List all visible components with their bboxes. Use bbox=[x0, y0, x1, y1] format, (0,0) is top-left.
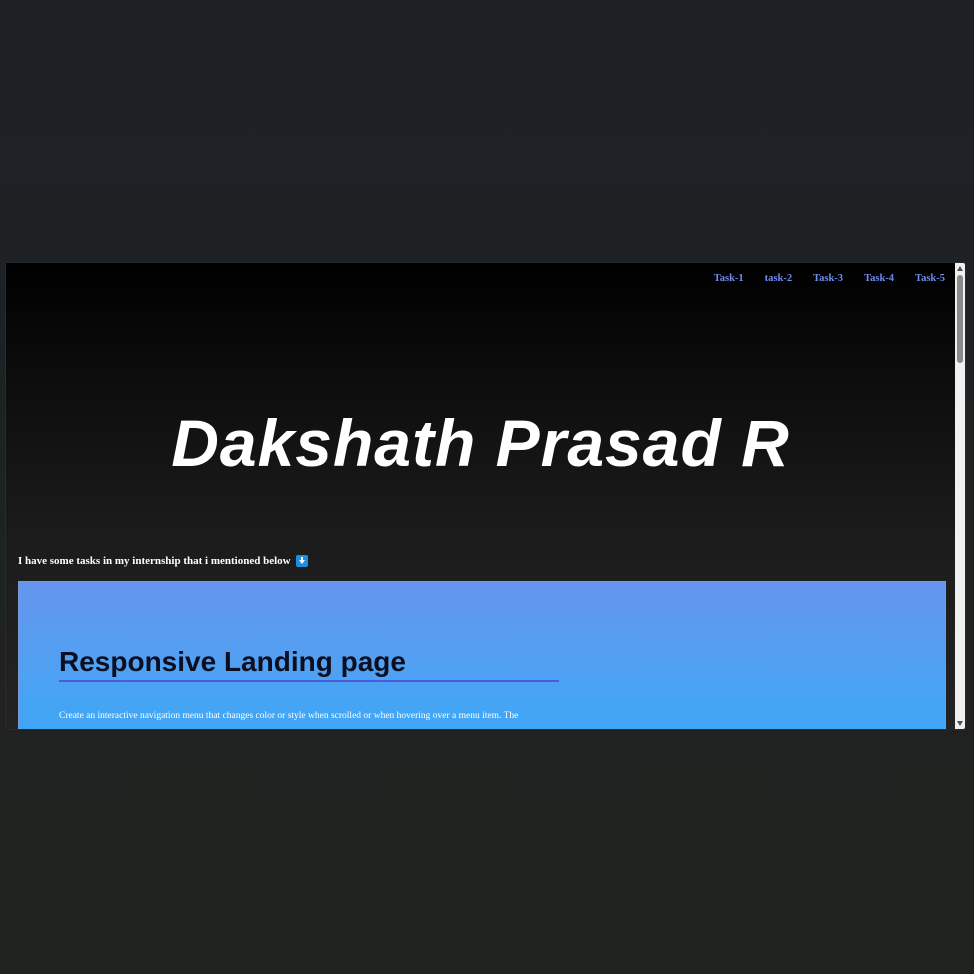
task-card: Responsive Landing page Create an intera… bbox=[18, 581, 946, 729]
intro-text: I have some tasks in my internship that … bbox=[18, 555, 308, 567]
nav-link-task-1[interactable]: Task-1 bbox=[714, 273, 744, 284]
task-description: Create an interactive navigation menu th… bbox=[59, 711, 519, 721]
nav-link-task-5[interactable]: Task-5 bbox=[915, 273, 945, 284]
browser-window: Task-1 task-2 Task-3 Task-4 Task-5 Daksh… bbox=[6, 263, 965, 729]
scroll-down-icon[interactable] bbox=[957, 721, 963, 726]
top-nav: Task-1 task-2 Task-3 Task-4 Task-5 bbox=[693, 273, 945, 284]
hero-title: Dakshath Prasad R bbox=[171, 406, 790, 480]
down-arrow-icon bbox=[295, 555, 308, 567]
nav-link-task-2[interactable]: task-2 bbox=[765, 273, 792, 284]
intro-label: I have some tasks in my internship that … bbox=[18, 555, 291, 567]
nav-link-task-3[interactable]: Task-3 bbox=[813, 273, 843, 284]
task-title: Responsive Landing page bbox=[59, 646, 559, 682]
scroll-up-icon[interactable] bbox=[957, 266, 963, 271]
vertical-scrollbar[interactable] bbox=[955, 263, 965, 729]
nav-link-task-4[interactable]: Task-4 bbox=[864, 273, 894, 284]
scroll-thumb[interactable] bbox=[957, 275, 963, 363]
page-viewport: Task-1 task-2 Task-3 Task-4 Task-5 Daksh… bbox=[6, 263, 955, 729]
